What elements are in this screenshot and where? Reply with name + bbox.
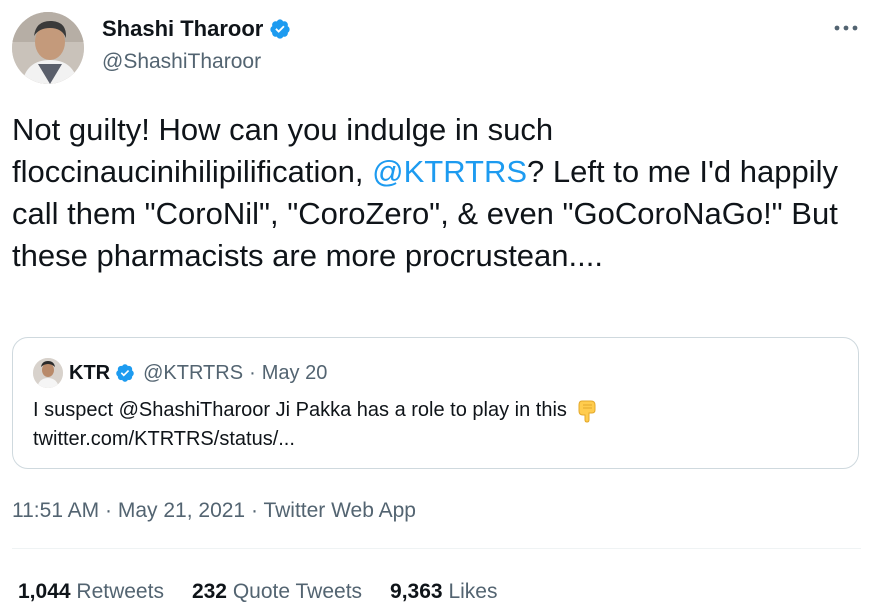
tweet-meta: 11:51 AM · May 21, 2021 · Twitter Web Ap… bbox=[12, 497, 416, 525]
quote-tweets-count: 232 bbox=[191, 580, 227, 603]
author-name[interactable]: Shashi Tharoor bbox=[102, 14, 263, 44]
quoted-author-name[interactable]: KTR bbox=[69, 359, 110, 387]
quoted-date[interactable]: May 20 bbox=[262, 359, 328, 387]
tweet-text: Not guilty! How can you indulge in such … bbox=[12, 109, 862, 277]
quote-tweets-label: Quote Tweets bbox=[232, 580, 363, 603]
source-app[interactable]: Twitter Web App bbox=[263, 499, 416, 522]
likes-count: 9,363 bbox=[390, 580, 443, 603]
mention-link[interactable]: @KTRTRS bbox=[372, 154, 527, 189]
quote-tweets-stat[interactable]: 232 Quote Tweets bbox=[192, 578, 362, 606]
quoted-separator: · bbox=[249, 362, 256, 384]
tweet-date[interactable]: May 21, 2021 bbox=[118, 499, 245, 522]
meta-separator: · bbox=[105, 499, 113, 522]
tweet-time[interactable]: 11:51 AM bbox=[12, 499, 99, 522]
quoted-link[interactable]: twitter.com/KTRTRS/status/... bbox=[33, 428, 295, 450]
meta-separator: · bbox=[250, 499, 258, 522]
author-avatar[interactable] bbox=[12, 12, 84, 84]
likes-stat[interactable]: 9,363 Likes bbox=[390, 578, 497, 606]
quoted-text-body: I suspect @ShashiTharoor Ji Pakka has a … bbox=[33, 399, 567, 421]
engagement-stats: 1,044 Retweets 232 Quote Tweets 9,363 Li… bbox=[18, 578, 525, 606]
retweets-stat[interactable]: 1,044 Retweets bbox=[18, 578, 164, 606]
likes-label: Likes bbox=[448, 580, 498, 603]
quoted-text: I suspect @ShashiTharoor Ji Pakka has a … bbox=[33, 396, 833, 454]
quoted-author-avatar[interactable] bbox=[33, 358, 63, 388]
quoted-tweet[interactable]: KTR @KTRTRS · May 20 I suspect @ShashiTh… bbox=[12, 337, 859, 469]
retweets-count: 1,044 bbox=[18, 580, 71, 603]
verified-badge-icon bbox=[270, 19, 290, 39]
retweets-label: Retweets bbox=[76, 580, 164, 603]
author-handle[interactable]: @ShashiTharoor bbox=[102, 48, 261, 76]
quoted-author-handle[interactable]: @KTRTRS bbox=[143, 359, 243, 387]
more-horizontal-icon[interactable] bbox=[833, 18, 859, 38]
backhand-index-pointing-down-emoji bbox=[578, 400, 596, 423]
quoted-verified-badge-icon bbox=[116, 364, 134, 382]
divider bbox=[12, 548, 861, 549]
